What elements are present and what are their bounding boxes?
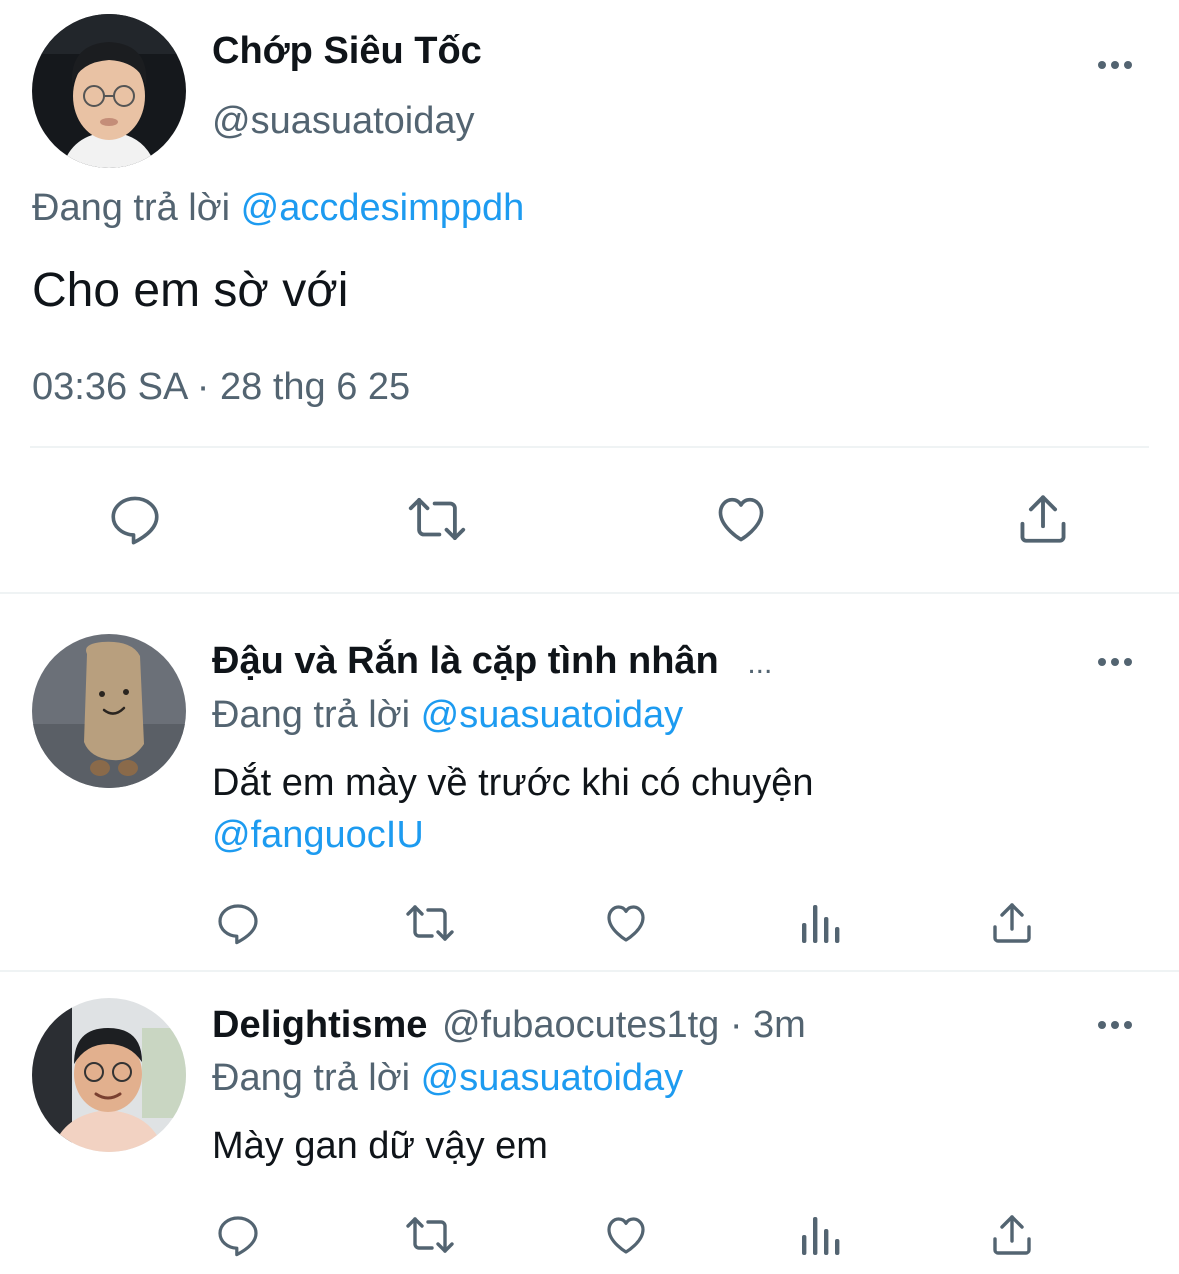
like-button[interactable] bbox=[706, 488, 776, 550]
section-divider bbox=[0, 970, 1179, 972]
more-dot-icon bbox=[1098, 1021, 1106, 1029]
more-options-button[interactable] bbox=[1098, 61, 1132, 69]
reply-prefix: Đang trả lời bbox=[212, 1057, 411, 1099]
reply-button[interactable] bbox=[210, 896, 266, 950]
like-icon bbox=[607, 905, 645, 942]
display-name[interactable]: Chớp Siêu Tốc bbox=[212, 30, 482, 73]
mention-link[interactable]: @fanguocIU bbox=[212, 814, 424, 857]
avatar[interactable] bbox=[32, 14, 186, 168]
reply-to-mention[interactable]: @accdesimppdh bbox=[241, 187, 525, 229]
reply-button[interactable] bbox=[100, 488, 170, 550]
reply-icon bbox=[218, 1216, 258, 1257]
reply-prefix: Đang trả lời bbox=[32, 187, 231, 229]
more-dot-icon bbox=[1098, 658, 1106, 666]
reply-context: Đang trả lời @suasuatoiday bbox=[212, 1057, 683, 1100]
retweet-icon bbox=[408, 498, 466, 540]
tweet-text: Cho em sờ với bbox=[32, 264, 349, 317]
retweet-button[interactable] bbox=[402, 896, 458, 950]
analytics-icon bbox=[802, 1217, 840, 1255]
timestamp-divider bbox=[30, 446, 1149, 448]
like-icon bbox=[607, 1217, 645, 1254]
like-icon bbox=[718, 497, 764, 542]
avatar-photo bbox=[32, 634, 186, 788]
reply-icon bbox=[218, 904, 258, 945]
reply-button[interactable] bbox=[210, 1208, 266, 1262]
handle[interactable]: @suasuatoiday bbox=[212, 100, 475, 143]
avatar-photo bbox=[32, 14, 186, 168]
analytics-button[interactable] bbox=[792, 1208, 848, 1262]
reply-header: Đậu và Rắn là cặp tình nhân ... bbox=[212, 640, 772, 683]
more-dot-icon bbox=[1111, 61, 1119, 69]
reply-prefix: Đang trả lời bbox=[212, 694, 411, 736]
share-button[interactable] bbox=[984, 896, 1040, 950]
display-name[interactable]: Delightisme bbox=[212, 1004, 427, 1046]
name-ellipsis: ... bbox=[747, 647, 773, 680]
share-button[interactable] bbox=[984, 1208, 1040, 1262]
reply-to-mention[interactable]: @suasuatoiday bbox=[421, 694, 684, 736]
display-name[interactable]: Đậu và Rắn là cặp tình nhân bbox=[212, 640, 719, 682]
reply-header: Delightisme @fubaocutes1tg · 3m bbox=[212, 1004, 806, 1047]
like-button[interactable] bbox=[598, 896, 654, 950]
share-icon bbox=[1020, 495, 1066, 543]
reply-icon bbox=[111, 496, 159, 545]
retweet-icon bbox=[406, 1217, 454, 1253]
avatar-photo bbox=[32, 998, 186, 1152]
tweet-text: Dắt em mày về trước khi có chuyện bbox=[212, 762, 814, 804]
analytics-button[interactable] bbox=[792, 896, 848, 950]
tweet-text: Mày gan dữ vậy em bbox=[212, 1125, 548, 1167]
tweet-timestamp[interactable]: 03:36 SA · 28 thg 6 25 bbox=[32, 366, 410, 409]
avatar[interactable] bbox=[32, 634, 186, 788]
reply-to-mention[interactable]: @suasuatoiday bbox=[421, 1057, 684, 1099]
share-icon bbox=[993, 1215, 1031, 1255]
more-dot-icon bbox=[1124, 1021, 1132, 1029]
more-dot-icon bbox=[1111, 1021, 1119, 1029]
section-divider bbox=[0, 592, 1179, 594]
reply-context: Đang trả lời @accdesimppdh bbox=[32, 187, 524, 230]
more-options-button[interactable] bbox=[1098, 658, 1132, 666]
more-options-button[interactable] bbox=[1098, 1021, 1132, 1029]
like-button[interactable] bbox=[598, 1208, 654, 1262]
share-button[interactable] bbox=[1008, 488, 1078, 550]
reply-context: Đang trả lời @suasuatoiday bbox=[212, 694, 683, 737]
avatar[interactable] bbox=[32, 998, 186, 1152]
analytics-icon bbox=[802, 905, 840, 943]
retweet-button[interactable] bbox=[402, 1208, 458, 1262]
share-icon bbox=[993, 903, 1031, 943]
more-dot-icon bbox=[1124, 61, 1132, 69]
handle-time[interactable]: @fubaocutes1tg · 3m bbox=[442, 1004, 806, 1046]
more-dot-icon bbox=[1111, 658, 1119, 666]
retweet-button[interactable] bbox=[402, 488, 472, 550]
more-dot-icon bbox=[1098, 61, 1106, 69]
more-dot-icon bbox=[1124, 658, 1132, 666]
retweet-icon bbox=[406, 905, 454, 941]
